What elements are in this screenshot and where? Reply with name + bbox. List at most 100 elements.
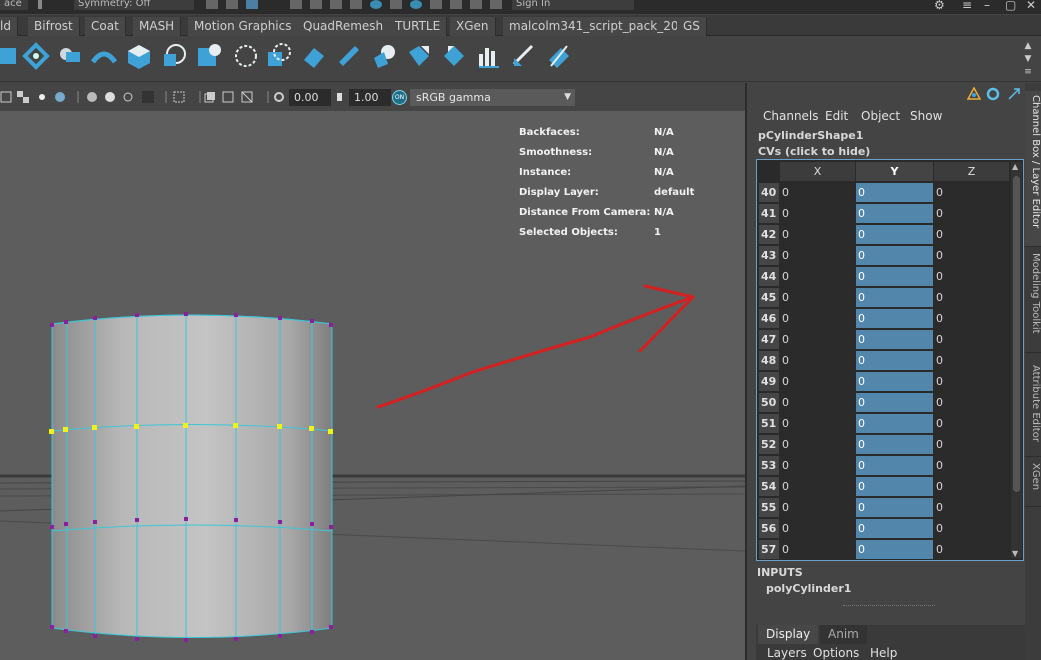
cv-row-label[interactable]: 52: [759, 435, 779, 454]
cv-cell-y[interactable]: 0: [856, 414, 933, 433]
tool-icon[interactable]: [0, 42, 22, 70]
ambient-occlusion-icon[interactable]: [86, 91, 98, 103]
scroll-thumb[interactable]: [1013, 176, 1020, 492]
cv-cell-y[interactable]: 0: [856, 288, 933, 307]
cylinder-tool-icon[interactable]: [56, 42, 84, 70]
column-header-x[interactable]: X: [780, 162, 855, 181]
cv-cell-z[interactable]: 0: [934, 540, 1009, 559]
target-icon[interactable]: [22, 42, 50, 70]
cv-cell-y[interactable]: 0: [856, 246, 933, 265]
motion-blur-icon[interactable]: [104, 91, 116, 103]
scroll-down-icon[interactable]: ▼: [1012, 549, 1018, 558]
scroll-up-icon[interactable]: ▲: [1012, 162, 1018, 171]
cv-row-label[interactable]: 44: [759, 267, 779, 286]
slice-icon[interactable]: [300, 42, 328, 70]
color-space-dropdown[interactable]: sRGB gamma ▼: [410, 89, 575, 106]
render-icon[interactable]: [246, 0, 258, 9]
shelf-scroll[interactable]: ▲ ▼ ≡: [1023, 40, 1033, 80]
shelf-tab-coat[interactable]: Coat: [85, 17, 126, 36]
xray-icon[interactable]: [173, 91, 185, 103]
cv-row-label[interactable]: 53: [759, 456, 779, 475]
render-icon[interactable]: [470, 0, 482, 9]
cv-row-label[interactable]: 43: [759, 246, 779, 265]
menu-object[interactable]: Object: [861, 109, 900, 123]
anti-aliasing-icon[interactable]: [122, 91, 134, 103]
cv-cell-y[interactable]: 0: [856, 183, 933, 202]
color-management-toggle[interactable]: ON: [392, 90, 407, 105]
cv-cell-y[interactable]: 0: [856, 372, 933, 391]
column-header-z[interactable]: Z: [934, 162, 1009, 181]
sign-in-button[interactable]: Sign In: [512, 0, 634, 10]
cv-cell-z[interactable]: 0: [934, 519, 1009, 538]
boolean-icon[interactable]: [370, 42, 398, 70]
select-mode-field[interactable]: ace: [0, 0, 28, 10]
column-header-y[interactable]: Y: [856, 162, 933, 181]
snap-icon[interactable]: [226, 0, 238, 9]
light-icon[interactable]: [36, 91, 48, 103]
cv-row-label[interactable]: 49: [759, 372, 779, 391]
cv-row-label[interactable]: 45: [759, 288, 779, 307]
cv-cell-x[interactable]: 0: [780, 414, 855, 433]
tab-anim[interactable]: Anim: [820, 625, 867, 644]
cv-cell-x[interactable]: 0: [780, 225, 855, 244]
tab-channel-box-layer-editor[interactable]: Channel Box / Layer Editor: [1025, 91, 1041, 247]
globe-icon[interactable]: [410, 0, 422, 9]
cv-row-label[interactable]: 42: [759, 225, 779, 244]
bevel-icon[interactable]: [195, 42, 223, 70]
render-icon[interactable]: [490, 0, 502, 9]
cv-cell-x[interactable]: 0: [780, 540, 855, 559]
cvs-toggle[interactable]: CVs (click to hide): [758, 145, 870, 158]
cv-row-label[interactable]: 55: [759, 498, 779, 517]
render-icon[interactable]: [430, 0, 442, 9]
menu-layers[interactable]: Layers: [767, 646, 807, 660]
menu-show[interactable]: Show: [910, 109, 942, 123]
shadow-icon[interactable]: [54, 91, 66, 103]
tab-xgen[interactable]: XGen: [1025, 459, 1041, 507]
table-scrollbar[interactable]: ▲ ▼: [1011, 162, 1022, 558]
cv-cell-x[interactable]: 0: [780, 435, 855, 454]
frame-icon[interactable]: [222, 91, 234, 103]
cv-cell-x[interactable]: 0: [780, 204, 855, 223]
tab-attribute-editor[interactable]: Attribute Editor: [1025, 361, 1041, 457]
sphere-tool-icon[interactable]: [160, 42, 188, 70]
cv-cell-x[interactable]: 0: [780, 456, 855, 475]
cv-cell-y[interactable]: 0: [856, 435, 933, 454]
cv-cell-z[interactable]: 0: [934, 246, 1009, 265]
cv-row-label[interactable]: 51: [759, 414, 779, 433]
cv-cell-y[interactable]: 0: [856, 204, 933, 223]
cv-row-label[interactable]: 50: [759, 393, 779, 412]
cv-cell-x[interactable]: 0: [780, 267, 855, 286]
symmetry-dropdown[interactable]: Symmetry: Off: [74, 0, 194, 10]
cv-cell-y[interactable]: 0: [856, 267, 933, 286]
cv-cell-x[interactable]: 0: [780, 351, 855, 370]
cv-row-label[interactable]: 57: [759, 540, 779, 559]
cv-cell-z[interactable]: 0: [934, 372, 1009, 391]
cv-cell-z[interactable]: 0: [934, 393, 1009, 412]
cv-cell-z[interactable]: 0: [934, 477, 1009, 496]
shelf-tab-bifrost[interactable]: Bifrost: [28, 17, 80, 36]
cv-cell-x[interactable]: 0: [780, 330, 855, 349]
cv-row-label[interactable]: 54: [759, 477, 779, 496]
paint-brush-icon[interactable]: [510, 42, 538, 70]
panel-splitter[interactable]: [843, 605, 935, 606]
cv-cell-y[interactable]: 0: [856, 456, 933, 475]
shelf-tab-xgen[interactable]: XGen: [450, 17, 496, 36]
gamma-field[interactable]: 1.00: [349, 89, 391, 106]
cv-cell-z[interactable]: 0: [934, 456, 1009, 475]
cv-cell-x[interactable]: 0: [780, 393, 855, 412]
slice-icon[interactable]: [335, 42, 363, 70]
shelf-tab-quadremesh[interactable]: QuadRemesh: [297, 17, 391, 36]
shelf-tab-motion-graphics[interactable]: Motion Graphics: [188, 17, 299, 36]
cv-cell-z[interactable]: 0: [934, 225, 1009, 244]
tab-display[interactable]: Display: [758, 625, 819, 644]
bar-chart-icon[interactable]: [475, 42, 503, 70]
viewport-panel[interactable]: 0.00 1.00 ON sRGB gamma ▼ Backfaces: N/A…: [0, 83, 745, 660]
frame-icon[interactable]: [204, 91, 216, 103]
menu-options[interactable]: Options: [813, 646, 859, 660]
exposure-icon[interactable]: [273, 91, 285, 103]
cv-cell-y[interactable]: 0: [856, 351, 933, 370]
cv-cell-z[interactable]: 0: [934, 267, 1009, 286]
render-icon[interactable]: [390, 0, 402, 9]
cv-cell-x[interactable]: 0: [780, 498, 855, 517]
cv-row-label[interactable]: 47: [759, 330, 779, 349]
